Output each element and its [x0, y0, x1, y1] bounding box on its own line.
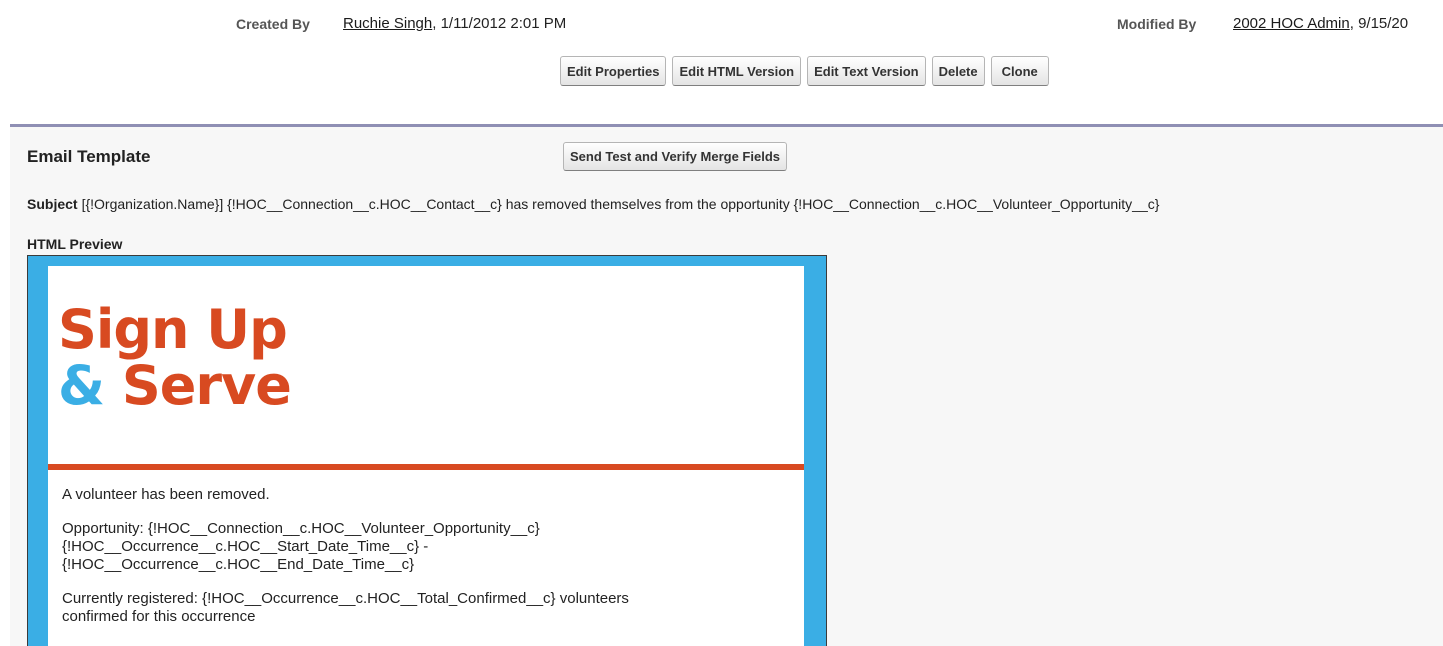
panel-title: Email Template: [27, 147, 151, 166]
logo-line-2: & Serve: [58, 358, 292, 414]
html-preview-label: HTML Preview: [27, 236, 123, 252]
header-divider: [48, 464, 804, 470]
registered-line-1: Currently registered: {!HOC__Occurrence_…: [62, 590, 629, 607]
subject-value: [{!Organization.Name}] {!HOC__Connection…: [81, 196, 1160, 212]
edit-text-version-button[interactable]: Edit Text Version: [807, 56, 926, 86]
action-toolbar: Edit Properties Edit HTML Version Edit T…: [560, 56, 1049, 86]
opportunity-block: Opportunity: {!HOC__Connection__c.HOC__V…: [62, 520, 782, 574]
end-date-line: {!HOC__Occurrence__c.HOC__End_Date_Time_…: [62, 556, 415, 573]
created-by-value: Ruchie Singh, 1/11/2012 2:01 PM: [343, 15, 566, 32]
logo-line-1: Sign Up: [58, 298, 288, 361]
registered-line-2: confirmed for this occurrence: [62, 608, 256, 625]
created-by-user-link[interactable]: Ruchie Singh: [343, 15, 432, 32]
start-date-line: {!HOC__Occurrence__c.HOC__Start_Date_Tim…: [62, 538, 429, 555]
html-preview-frame: Sign Up & Serve A volunteer has been rem…: [27, 255, 827, 646]
edit-html-version-button[interactable]: Edit HTML Version: [672, 56, 802, 86]
modified-by-label: Modified By: [1117, 16, 1197, 32]
send-test-button[interactable]: Send Test and Verify Merge Fields: [563, 142, 787, 171]
registered-block: Currently registered: {!HOC__Occurrence_…: [62, 590, 782, 626]
email-body: Sign Up & Serve A volunteer has been rem…: [48, 266, 804, 646]
modified-by-user-link[interactable]: 2002 HOC Admin: [1233, 15, 1350, 32]
subject-line: Subject [{!Organization.Name}] {!HOC__Con…: [27, 196, 1159, 212]
logo-ampersand: &: [58, 354, 105, 417]
edit-properties-button[interactable]: Edit Properties: [560, 56, 667, 86]
email-body-text: A volunteer has been removed. Opportunit…: [62, 486, 782, 642]
created-by-label: Created By: [236, 16, 310, 32]
created-by-date: , 1/11/2012 2:01 PM: [432, 15, 567, 32]
logo-serve: Serve: [121, 354, 292, 417]
removed-notice: A volunteer has been removed.: [62, 486, 270, 503]
opportunity-line: Opportunity: {!HOC__Connection__c.HOC__V…: [62, 520, 540, 537]
email-template-detail-page: Created By Ruchie Singh, 1/11/2012 2:01 …: [0, 0, 1443, 646]
clone-button[interactable]: Clone: [990, 56, 1049, 86]
sign-up-serve-logo: Sign Up & Serve: [58, 298, 292, 414]
modified-by-value: 2002 HOC Admin, 9/15/20: [1233, 15, 1408, 32]
subject-label: Subject: [27, 196, 78, 212]
delete-button[interactable]: Delete: [931, 56, 985, 86]
email-template-panel: Email Template Send Test and Verify Merg…: [10, 124, 1443, 646]
modified-by-date: , 9/15/20: [1349, 15, 1409, 32]
